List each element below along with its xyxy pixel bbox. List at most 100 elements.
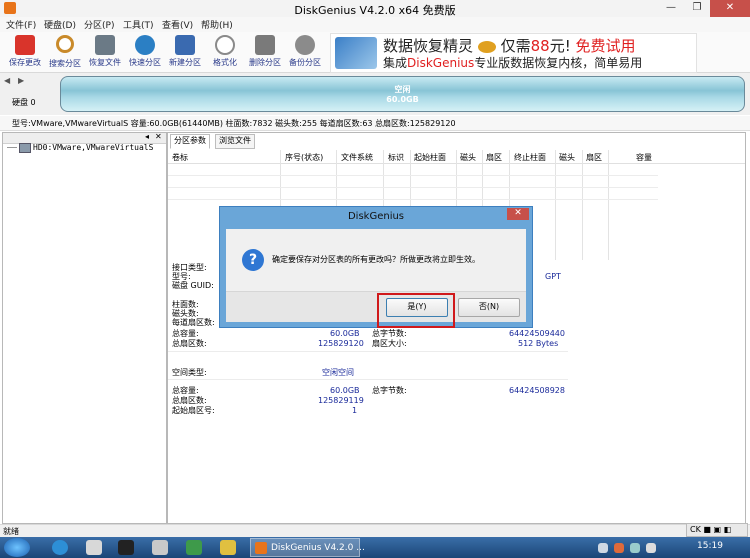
banner-trial: 免费试用	[575, 37, 636, 55]
menu-tools[interactable]: 工具(T)	[123, 18, 154, 31]
window-icon[interactable]	[152, 540, 168, 555]
col-start-sector: 扇区	[486, 153, 502, 162]
disk-info-text: 型号:VMware,VMwareVirtualS 容量:60.0GB(61440…	[12, 119, 456, 128]
tab-partition-params[interactable]: 分区参数	[170, 134, 210, 149]
highlight-box	[377, 293, 455, 328]
tool-icon[interactable]	[186, 540, 202, 555]
taskbar-app-label: DiskGenius V4.2.0 ...	[271, 543, 365, 553]
delete-partition-button[interactable]: 删除分区	[246, 34, 284, 72]
ime-toolbar[interactable]: CK ■ ▣ ◧	[686, 523, 748, 537]
disk-info-line: 型号:VMware,VMwareVirtualS 容量:60.0GB(61440…	[0, 116, 750, 131]
dialog-close-button[interactable]: ✕	[507, 208, 529, 220]
ime-text: CK ■ ▣ ◧	[690, 525, 732, 534]
banner-text: 元!	[549, 37, 571, 55]
pin-icon[interactable]: ◂	[145, 132, 149, 141]
menu-disk[interactable]: 硬盘(D)	[44, 18, 76, 31]
col-capacity: 容量	[636, 153, 652, 162]
maximize-button[interactable]: ❐	[684, 0, 710, 17]
banner-price: 88	[530, 37, 550, 55]
menu-help[interactable]: 帮助(H)	[201, 18, 233, 31]
start-button[interactable]	[4, 538, 30, 557]
total-sectors-label: 总扇区数:	[172, 339, 207, 348]
disk-free-space-bar[interactable]: 空闲 60.0GB	[60, 76, 745, 112]
disk-bar-type: 空闲	[394, 85, 411, 94]
minimize-button[interactable]: —	[658, 0, 684, 17]
magnifier-icon	[56, 35, 74, 53]
taskbar: DiskGenius V4.2.0 ... 15:19	[0, 537, 750, 558]
network-icon[interactable]	[630, 543, 640, 553]
grid-row-line	[168, 175, 658, 176]
banner-disk-icon	[335, 37, 377, 69]
grid-line	[582, 150, 583, 260]
divider	[168, 351, 568, 352]
col-end-cylinder: 终止柱面	[514, 153, 546, 162]
col-end-head: 磁头	[559, 153, 575, 162]
col-start-head: 磁头	[460, 153, 476, 162]
total-bytes-label: 总字节数:	[372, 329, 407, 338]
col-volume-label: 卷标	[172, 153, 188, 162]
clock[interactable]: 15:19	[690, 541, 730, 551]
partition-details-pane: 分区参数 浏览文件 卷标 序号(状态) 文件系统 标识 起始柱面 磁头 扇区 终…	[167, 132, 746, 524]
hard-disk-icon	[19, 143, 31, 153]
status-bar: 就绪	[0, 524, 750, 537]
capacity-label: 总容量:	[172, 329, 199, 338]
interface-type-label: 接口类型:	[172, 263, 207, 272]
disk-bar-label: 空闲 60.0GB	[61, 85, 744, 105]
file-icon[interactable]	[86, 540, 102, 555]
toolbar-label: 搜索分区	[49, 59, 81, 68]
dialog-footer: 是(Y) 否(N)	[226, 291, 526, 322]
format-icon	[215, 35, 235, 55]
search-partition-button[interactable]: 搜索分区	[46, 34, 84, 72]
menu-partition[interactable]: 分区(P)	[84, 18, 114, 31]
tray-icon[interactable]	[614, 543, 624, 553]
banner-text: 仅需	[500, 37, 531, 55]
banner-text: 专业版数据恢复内核，简单易用	[474, 56, 643, 70]
new-partition-button[interactable]: 新建分区	[166, 34, 204, 72]
toolbar-label: 删除分区	[249, 58, 281, 67]
tray-icon[interactable]	[598, 543, 608, 553]
partition-style-value: GPT	[545, 272, 561, 281]
status-text: 就绪	[3, 527, 19, 536]
tab-browse-files[interactable]: 浏览文件	[215, 134, 255, 149]
volume-icon[interactable]	[646, 543, 656, 553]
dialog-message: 确定要保存对分区表的所有更改吗？所做更改将立即生效。	[272, 255, 480, 264]
banner-headline: 数据恢复精灵 仅需88元! 免费试用	[383, 35, 636, 56]
backup-partition-button[interactable]: 备份分区	[286, 34, 324, 72]
ie-icon[interactable]	[52, 540, 68, 555]
confirm-dialog: DiskGenius ✕ ? 确定要保存对分区表的所有更改吗？所做更改将立即生效…	[219, 206, 533, 328]
sectors-per-track-label: 每道扇区数:	[172, 318, 215, 327]
menu-file[interactable]: 文件(F)	[6, 18, 36, 31]
title-bar: DiskGenius V4.2.0 x64 免费版 — ❐ ✕	[0, 0, 750, 18]
heads-label: 磁头数:	[172, 309, 199, 318]
window-title: DiskGenius V4.2.0 x64 免费版	[294, 4, 456, 17]
disk-label: 硬盘 0	[12, 98, 36, 107]
banner-coin-icon	[477, 40, 496, 53]
capacity-value: 60.0GB	[330, 329, 360, 338]
no-button[interactable]: 否(N)	[458, 298, 520, 317]
start-sector-value: 1	[352, 406, 358, 415]
cmd-icon[interactable]	[118, 540, 134, 555]
tree-item-hd0[interactable]: HD0:VMware,VMwareVirtualS	[33, 143, 153, 152]
taskbar-app-diskgenius[interactable]: DiskGenius V4.2.0 ...	[250, 538, 365, 557]
back-arrow-icon[interactable]: ◀	[4, 76, 10, 85]
save-changes-button[interactable]: 保存更改	[6, 34, 44, 72]
forward-arrow-icon[interactable]: ▶	[18, 76, 24, 85]
backup-icon	[295, 35, 315, 55]
promo-banner[interactable]: 数据恢复精灵 仅需88元! 免费试用 集成DiskGenius专业版数据恢复内核…	[330, 33, 697, 73]
recover-files-button[interactable]: 恢复文件	[86, 34, 124, 72]
menu-view[interactable]: 查看(V)	[162, 18, 193, 31]
col-start-cylinder: 起始柱面	[414, 153, 446, 162]
col-end-sector: 扇区	[586, 153, 602, 162]
disk-map-area: ◀ ▶ 硬盘 0 空闲 60.0GB	[0, 73, 750, 115]
banner-text: 集成	[383, 56, 408, 70]
close-pane-icon[interactable]: ✕	[155, 132, 162, 141]
folder-icon[interactable]	[220, 540, 236, 555]
start-sector-label: 起始扇区号:	[172, 406, 215, 415]
sector-size-value: 512 Bytes	[518, 339, 559, 348]
quick-partition-button[interactable]: 快速分区	[126, 34, 164, 72]
close-button[interactable]: ✕	[710, 0, 750, 17]
banner-product: 数据恢复精灵	[383, 37, 474, 55]
disk-tree-pane: ◂ ✕ HD0:VMware,VMwareVirtualS	[2, 132, 167, 524]
col-id: 标识	[388, 153, 404, 162]
format-button[interactable]: 格式化	[206, 34, 244, 72]
